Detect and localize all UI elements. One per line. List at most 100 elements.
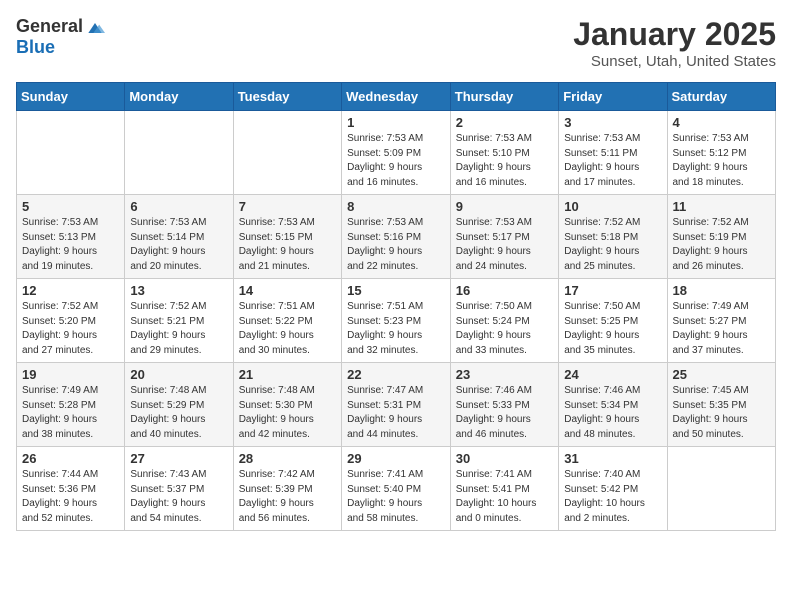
day-info: Sunrise: 7:53 AM Sunset: 5:13 PM Dayligh… [22, 216, 119, 274]
weekday-header-thursday: Thursday [450, 83, 558, 111]
calendar-cell: 22 Sunrise: 7:47 AM Sunset: 5:31 PM Dayli… [342, 363, 451, 447]
calendar-cell: 3 Sunrise: 7:53 AM Sunset: 5:11 PM Daylig… [559, 111, 667, 195]
day-info: Sunrise: 7:53 AM Sunset: 5:11 PM Dayligh… [564, 132, 661, 190]
weekday-header-friday: Friday [559, 83, 667, 111]
day-number: 15 [347, 283, 445, 298]
weekday-header-tuesday: Tuesday [233, 83, 341, 111]
calendar-cell: 4Sunrise: 7:53 AM Sunset: 5:12 PM Daylig… [667, 111, 776, 195]
page-header: General Blue January 2025 Sunset, Utah, … [16, 16, 776, 70]
calendar-cell: 15 Sunrise: 7:51 AM Sunset: 5:23 PM Dayli… [342, 279, 451, 363]
day-info: Sunrise: 7:46 AM Sunset: 5:34 PM Dayligh… [564, 384, 661, 442]
calendar-cell: 16 Sunrise: 7:50 AM Sunset: 5:24 PM Dayli… [450, 279, 558, 363]
day-info: Sunrise: 7:46 AM Sunset: 5:33 PM Dayligh… [456, 384, 553, 442]
day-number: 1 [347, 115, 445, 130]
calendar-cell: 23Sunrise: 7:46 AM Sunset: 5:33 PM Dayli… [450, 363, 558, 447]
day-number: 31 [564, 451, 661, 466]
day-number: 26 [22, 451, 119, 466]
day-number: 20 [130, 367, 227, 382]
calendar-cell: 19Sunrise: 7:49 AM Sunset: 5:28 PM Dayli… [17, 363, 125, 447]
day-number: 8 [347, 199, 445, 214]
calendar-cell: 30Sunrise: 7:41 AM Sunset: 5:41 PM Dayli… [450, 447, 558, 531]
day-number: 18 [673, 283, 771, 298]
day-number: 14 [239, 283, 336, 298]
calendar-cell: 6 Sunrise: 7:53 AM Sunset: 5:14 PM Daylig… [125, 195, 233, 279]
day-info: Sunrise: 7:53 AM Sunset: 5:14 PM Dayligh… [130, 216, 227, 274]
logo-text: General Blue [16, 16, 105, 58]
calendar-cell: 24 Sunrise: 7:46 AM Sunset: 5:34 PM Dayli… [559, 363, 667, 447]
calendar-cell: 13 Sunrise: 7:52 AM Sunset: 5:21 PM Dayli… [125, 279, 233, 363]
calendar-cell: 29 Sunrise: 7:41 AM Sunset: 5:40 PM Dayli… [342, 447, 451, 531]
day-number: 6 [130, 199, 227, 214]
day-info: Sunrise: 7:53 AM Sunset: 5:12 PM Dayligh… [673, 132, 771, 190]
day-info: Sunrise: 7:42 AM Sunset: 5:39 PM Dayligh… [239, 468, 336, 526]
day-info: Sunrise: 7:53 AM Sunset: 5:09 PM Dayligh… [347, 132, 445, 190]
day-number: 13 [130, 283, 227, 298]
day-number: 2 [456, 115, 553, 130]
day-info: Sunrise: 7:41 AM Sunset: 5:40 PM Dayligh… [347, 468, 445, 526]
day-info: Sunrise: 7:45 AM Sunset: 5:35 PM Dayligh… [673, 384, 771, 442]
day-info: Sunrise: 7:52 AM Sunset: 5:19 PM Dayligh… [673, 216, 771, 274]
day-info: Sunrise: 7:50 AM Sunset: 5:25 PM Dayligh… [564, 300, 661, 358]
day-number: 27 [130, 451, 227, 466]
day-info: Sunrise: 7:41 AM Sunset: 5:41 PM Dayligh… [456, 468, 553, 526]
weekday-header-row: SundayMondayTuesdayWednesdayThursdayFrid… [17, 83, 776, 111]
weekday-header-monday: Monday [125, 83, 233, 111]
day-number: 12 [22, 283, 119, 298]
day-info: Sunrise: 7:53 AM Sunset: 5:10 PM Dayligh… [456, 132, 553, 190]
day-number: 3 [564, 115, 661, 130]
weekday-header-sunday: Sunday [17, 83, 125, 111]
calendar-cell: 20 Sunrise: 7:48 AM Sunset: 5:29 PM Dayli… [125, 363, 233, 447]
day-number: 25 [673, 367, 771, 382]
day-info: Sunrise: 7:44 AM Sunset: 5:36 PM Dayligh… [22, 468, 119, 526]
calendar-cell: 26 Sunrise: 7:44 AM Sunset: 5:36 PM Dayli… [17, 447, 125, 531]
calendar-cell: 14 Sunrise: 7:51 AM Sunset: 5:22 PM Dayli… [233, 279, 341, 363]
day-number: 17 [564, 283, 661, 298]
logo-blue: Blue [16, 38, 105, 58]
calendar-cell: 5Sunrise: 7:53 AM Sunset: 5:13 PM Daylig… [17, 195, 125, 279]
calendar-cell: 10Sunrise: 7:52 AM Sunset: 5:18 PM Dayli… [559, 195, 667, 279]
calendar-week-1: 1 Sunrise: 7:53 AM Sunset: 5:09 PM Daylig… [17, 111, 776, 195]
day-info: Sunrise: 7:49 AM Sunset: 5:27 PM Dayligh… [673, 300, 771, 358]
day-info: Sunrise: 7:52 AM Sunset: 5:20 PM Dayligh… [22, 300, 119, 358]
calendar-week-3: 12 Sunrise: 7:52 AM Sunset: 5:20 PM Dayli… [17, 279, 776, 363]
day-info: Sunrise: 7:53 AM Sunset: 5:15 PM Dayligh… [239, 216, 336, 274]
day-number: 11 [673, 199, 771, 214]
calendar-cell: 8 Sunrise: 7:53 AM Sunset: 5:16 PM Daylig… [342, 195, 451, 279]
calendar-cell [667, 447, 776, 531]
calendar-cell: 1 Sunrise: 7:53 AM Sunset: 5:09 PM Daylig… [342, 111, 451, 195]
calendar-week-2: 5Sunrise: 7:53 AM Sunset: 5:13 PM Daylig… [17, 195, 776, 279]
day-number: 28 [239, 451, 336, 466]
day-info: Sunrise: 7:43 AM Sunset: 5:37 PM Dayligh… [130, 468, 227, 526]
calendar-cell: 21 Sunrise: 7:48 AM Sunset: 5:30 PM Dayli… [233, 363, 341, 447]
day-info: Sunrise: 7:51 AM Sunset: 5:22 PM Dayligh… [239, 300, 336, 358]
day-info: Sunrise: 7:49 AM Sunset: 5:28 PM Dayligh… [22, 384, 119, 442]
calendar-cell: 17 Sunrise: 7:50 AM Sunset: 5:25 PM Dayli… [559, 279, 667, 363]
day-number: 16 [456, 283, 553, 298]
weekday-header-wednesday: Wednesday [342, 83, 451, 111]
day-info: Sunrise: 7:50 AM Sunset: 5:24 PM Dayligh… [456, 300, 553, 358]
calendar-cell [17, 111, 125, 195]
day-info: Sunrise: 7:52 AM Sunset: 5:18 PM Dayligh… [564, 216, 661, 274]
calendar-table: SundayMondayTuesdayWednesdayThursdayFrid… [16, 82, 776, 531]
day-info: Sunrise: 7:51 AM Sunset: 5:23 PM Dayligh… [347, 300, 445, 358]
calendar-week-4: 19Sunrise: 7:49 AM Sunset: 5:28 PM Dayli… [17, 363, 776, 447]
calendar-cell [125, 111, 233, 195]
calendar-week-5: 26 Sunrise: 7:44 AM Sunset: 5:36 PM Dayli… [17, 447, 776, 531]
calendar-cell: 12 Sunrise: 7:52 AM Sunset: 5:20 PM Dayli… [17, 279, 125, 363]
logo: General Blue [16, 16, 105, 58]
day-info: Sunrise: 7:53 AM Sunset: 5:16 PM Dayligh… [347, 216, 445, 274]
day-info: Sunrise: 7:48 AM Sunset: 5:30 PM Dayligh… [239, 384, 336, 442]
day-info: Sunrise: 7:47 AM Sunset: 5:31 PM Dayligh… [347, 384, 445, 442]
calendar-cell: 2 Sunrise: 7:53 AM Sunset: 5:10 PM Daylig… [450, 111, 558, 195]
day-info: Sunrise: 7:53 AM Sunset: 5:17 PM Dayligh… [456, 216, 553, 274]
month-title: January 2025 [573, 16, 776, 53]
day-number: 21 [239, 367, 336, 382]
day-number: 29 [347, 451, 445, 466]
day-info: Sunrise: 7:52 AM Sunset: 5:21 PM Dayligh… [130, 300, 227, 358]
day-info: Sunrise: 7:48 AM Sunset: 5:29 PM Dayligh… [130, 384, 227, 442]
title-block: January 2025 Sunset, Utah, United States [573, 16, 776, 70]
day-number: 9 [456, 199, 553, 214]
day-number: 22 [347, 367, 445, 382]
day-number: 24 [564, 367, 661, 382]
logo-icon [85, 18, 105, 38]
